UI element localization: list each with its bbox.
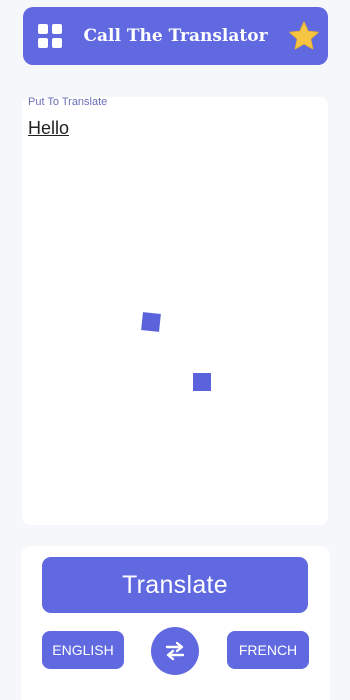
- input-card[interactable]: Put To Translate Hello: [22, 96, 328, 525]
- translate-button[interactable]: Translate: [42, 557, 308, 613]
- target-language-button[interactable]: FRENCH: [227, 631, 309, 669]
- decorative-square: [193, 373, 211, 391]
- app-header: Call The Translator: [23, 7, 328, 65]
- star-icon[interactable]: [288, 20, 320, 52]
- swap-arrows-icon: [165, 641, 185, 661]
- decorative-square: [141, 312, 161, 332]
- source-language-button[interactable]: ENGLISH: [42, 631, 124, 669]
- swap-languages-button[interactable]: [151, 627, 199, 675]
- action-panel: Translate ENGLISH FRENCH: [21, 546, 330, 700]
- source-text[interactable]: Hello: [28, 118, 69, 139]
- app-title: Call The Translator: [83, 26, 268, 46]
- input-label: Put To Translate: [28, 96, 108, 108]
